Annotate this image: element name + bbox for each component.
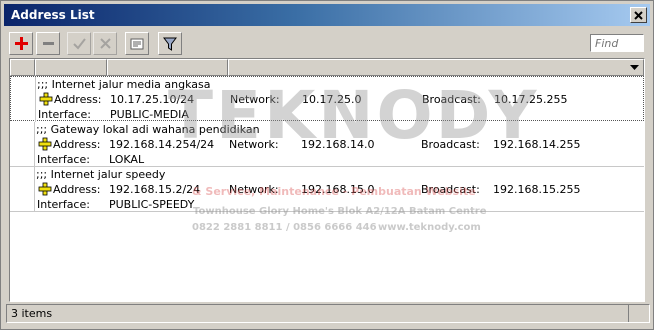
watermark-web: www.teknody.com	[378, 222, 481, 233]
broadcast-value: 192.168.14.255	[493, 138, 581, 151]
address-plus-icon	[38, 182, 52, 196]
row-comment: ;;; Internet jalur speedy	[36, 168, 166, 181]
address-label: Address:	[54, 93, 102, 106]
remove-button[interactable]	[36, 32, 60, 55]
broadcast-label: Broadcast:	[421, 138, 480, 151]
close-icon	[634, 10, 643, 20]
add-button[interactable]	[9, 32, 33, 55]
row-gutter	[34, 122, 35, 167]
row-gutter	[35, 77, 36, 122]
table-row[interactable]: ;;; Internet jalur media angkasa Address…	[10, 76, 644, 122]
find-input[interactable]	[590, 34, 644, 52]
minus-icon	[42, 42, 54, 45]
broadcast-label: Broadcast:	[422, 93, 481, 106]
network-value: 192.168.15.0	[301, 183, 375, 196]
filter-icon	[163, 37, 177, 51]
comment-button[interactable]	[125, 32, 149, 55]
network-value: 10.17.25.0	[302, 93, 362, 106]
status-bar: 3 items	[6, 304, 650, 323]
x-icon	[99, 38, 111, 49]
address-value: 192.168.15.2/24	[109, 183, 201, 196]
column-header-flags[interactable]	[10, 59, 35, 76]
network-label: Network:	[229, 183, 279, 196]
plus-icon	[14, 37, 28, 50]
interface-value: PUBLIC-MEDIA	[110, 108, 189, 121]
address-value: 10.17.25.10/24	[110, 93, 195, 106]
network-value: 192.168.14.0	[301, 138, 375, 151]
network-label: Network:	[229, 138, 279, 151]
network-label: Network:	[230, 93, 280, 106]
check-icon	[72, 38, 86, 50]
column-header-network[interactable]	[107, 59, 228, 76]
interface-label: Interface:	[37, 198, 90, 211]
address-value: 192.168.14.254/24	[109, 138, 215, 151]
row-gutter	[34, 167, 35, 212]
toolbar	[6, 31, 650, 57]
chevron-down-icon	[630, 65, 639, 70]
table-row[interactable]: ;;; Internet jalur speedy Address: 192.1…	[10, 167, 644, 212]
window-title: Address List	[11, 8, 95, 22]
row-comment: ;;; Gateway lokal adi wahana pendidikan	[36, 123, 260, 136]
broadcast-label: Broadcast:	[421, 183, 480, 196]
address-plus-icon	[38, 137, 52, 151]
enable-button[interactable]	[67, 32, 91, 55]
column-menu-button[interactable]	[626, 59, 643, 76]
address-list-window: Address List Find ;;; Internet jalur med…	[0, 0, 654, 330]
filter-button[interactable]	[158, 32, 182, 55]
interface-label: Interface:	[38, 108, 91, 121]
broadcast-value: 192.168.15.255	[493, 183, 581, 196]
address-plus-icon	[39, 92, 53, 106]
close-button[interactable]	[630, 7, 647, 23]
table-header	[10, 59, 644, 76]
address-label: Address:	[53, 138, 101, 151]
column-header-interface[interactable]	[228, 59, 644, 76]
address-label: Address:	[53, 183, 101, 196]
item-count: 3 items	[11, 307, 53, 320]
table-row[interactable]: ;;; Gateway lokal adi wahana pendidikan …	[10, 122, 644, 167]
status-divider	[628, 305, 629, 322]
watermark-phone: 0822 2881 8811 / 0856 6666 446	[192, 222, 377, 233]
comment-icon	[130, 38, 144, 49]
row-comment: ;;; Internet jalur media angkasa	[37, 78, 211, 91]
column-header-address[interactable]	[35, 59, 107, 76]
disable-button[interactable]	[93, 32, 117, 55]
interface-value: LOKAL	[109, 153, 145, 166]
interface-label: Interface:	[37, 153, 90, 166]
broadcast-value: 10.17.25.255	[494, 93, 568, 106]
title-bar[interactable]: Address List	[4, 4, 650, 26]
address-table[interactable]: ;;; Internet jalur media angkasa Address…	[9, 58, 645, 302]
interface-value: PUBLIC-SPEEDY	[109, 198, 195, 211]
